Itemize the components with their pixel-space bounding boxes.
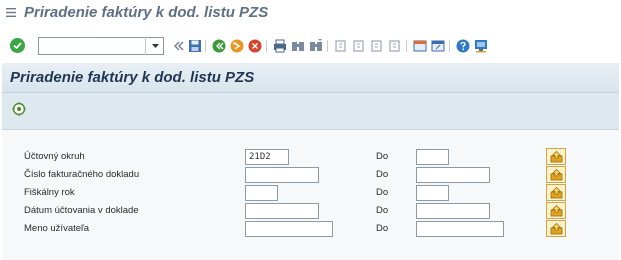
selection-panel: Účtovný okruh 21D2 Do Číslo fakturačného… — [2, 129, 619, 260]
customize-layout-icon[interactable] — [474, 39, 488, 53]
company-code-from-input[interactable]: 21D2 — [245, 149, 289, 165]
save-icon[interactable] — [188, 39, 202, 53]
label-to: Do — [376, 169, 389, 180]
selection-row-posting-date: Dátum účtovania v doklade Do — [2, 202, 619, 220]
find-next-icon[interactable] — [309, 39, 323, 53]
multiple-selection-button[interactable] — [546, 202, 566, 219]
billing-document-from-input[interactable] — [245, 167, 319, 183]
menu-icon[interactable] — [6, 8, 16, 17]
label-company-code: Účtovný okruh — [24, 151, 85, 162]
screen-area: Priradenie faktúry k dod. listu PZS Účto… — [2, 63, 619, 260]
label-fiscal-year: Fiškálny rok — [24, 187, 75, 198]
company-code-to-input[interactable] — [416, 149, 449, 165]
label-to: Do — [376, 223, 389, 234]
selection-row-company-code: Účtovný okruh 21D2 Do — [2, 148, 619, 166]
selection-row-fiscal-year: Fiškálny rok Do — [2, 184, 619, 202]
create-session-icon[interactable] — [413, 39, 427, 53]
history-back-icon[interactable] — [172, 39, 186, 53]
label-to: Do — [376, 205, 389, 216]
multiple-selection-button[interactable] — [546, 148, 566, 165]
user-name-from-input[interactable] — [245, 221, 333, 237]
multiple-selection-icon — [550, 223, 563, 235]
application-toolbar — [2, 94, 619, 126]
command-dropdown[interactable] — [145, 37, 164, 55]
label-user-name: Meno užívateľa — [24, 223, 90, 234]
multiple-selection-icon — [550, 169, 563, 181]
label-to: Do — [376, 187, 389, 198]
multiple-selection-button[interactable] — [546, 184, 566, 201]
cancel-icon[interactable] — [248, 39, 262, 53]
label-posting-date: Dátum účtovania v doklade — [24, 205, 139, 216]
shortcut-icon[interactable] — [431, 39, 445, 53]
help-icon[interactable] — [456, 39, 470, 53]
last-page-icon[interactable] — [388, 39, 402, 53]
fiscal-year-from-input[interactable] — [245, 185, 278, 201]
screen-title: Priradenie faktúry k dod. listu PZS — [10, 69, 255, 86]
multiple-selection-button[interactable] — [546, 166, 566, 183]
window-title-bar: Priradenie faktúry k dod. listu PZS — [0, 0, 621, 26]
user-name-to-input[interactable] — [416, 221, 504, 237]
back-icon[interactable] — [212, 39, 226, 53]
fiscal-year-to-input[interactable] — [416, 185, 449, 201]
posting-date-to-input[interactable] — [416, 203, 490, 219]
billing-document-to-input[interactable] — [416, 167, 490, 183]
label-billing-document: Číslo fakturačného dokladu — [24, 169, 140, 180]
selection-row-user-name: Meno užívateľa Do — [2, 220, 619, 238]
selection-row-billing-document: Číslo fakturačného dokladu Do — [2, 166, 619, 184]
enter-icon[interactable] — [10, 38, 25, 53]
exit-icon[interactable] — [230, 39, 244, 53]
label-to: Do — [376, 151, 389, 162]
first-page-icon[interactable] — [334, 39, 348, 53]
multiple-selection-icon — [550, 151, 563, 163]
multiple-selection-icon — [550, 205, 563, 217]
execute-icon[interactable] — [12, 102, 26, 116]
standard-toolbar — [0, 31, 621, 61]
window-title: Priradenie faktúry k dod. listu PZS — [24, 4, 269, 21]
multiple-selection-icon — [550, 187, 563, 199]
posting-date-from-input[interactable] — [245, 203, 319, 219]
next-page-icon[interactable] — [370, 39, 384, 53]
previous-page-icon[interactable] — [352, 39, 366, 53]
multiple-selection-button[interactable] — [546, 220, 566, 237]
find-icon[interactable] — [291, 39, 305, 53]
screen-header: Priradenie faktúry k dod. listu PZS — [2, 63, 619, 93]
print-icon[interactable] — [273, 39, 287, 53]
